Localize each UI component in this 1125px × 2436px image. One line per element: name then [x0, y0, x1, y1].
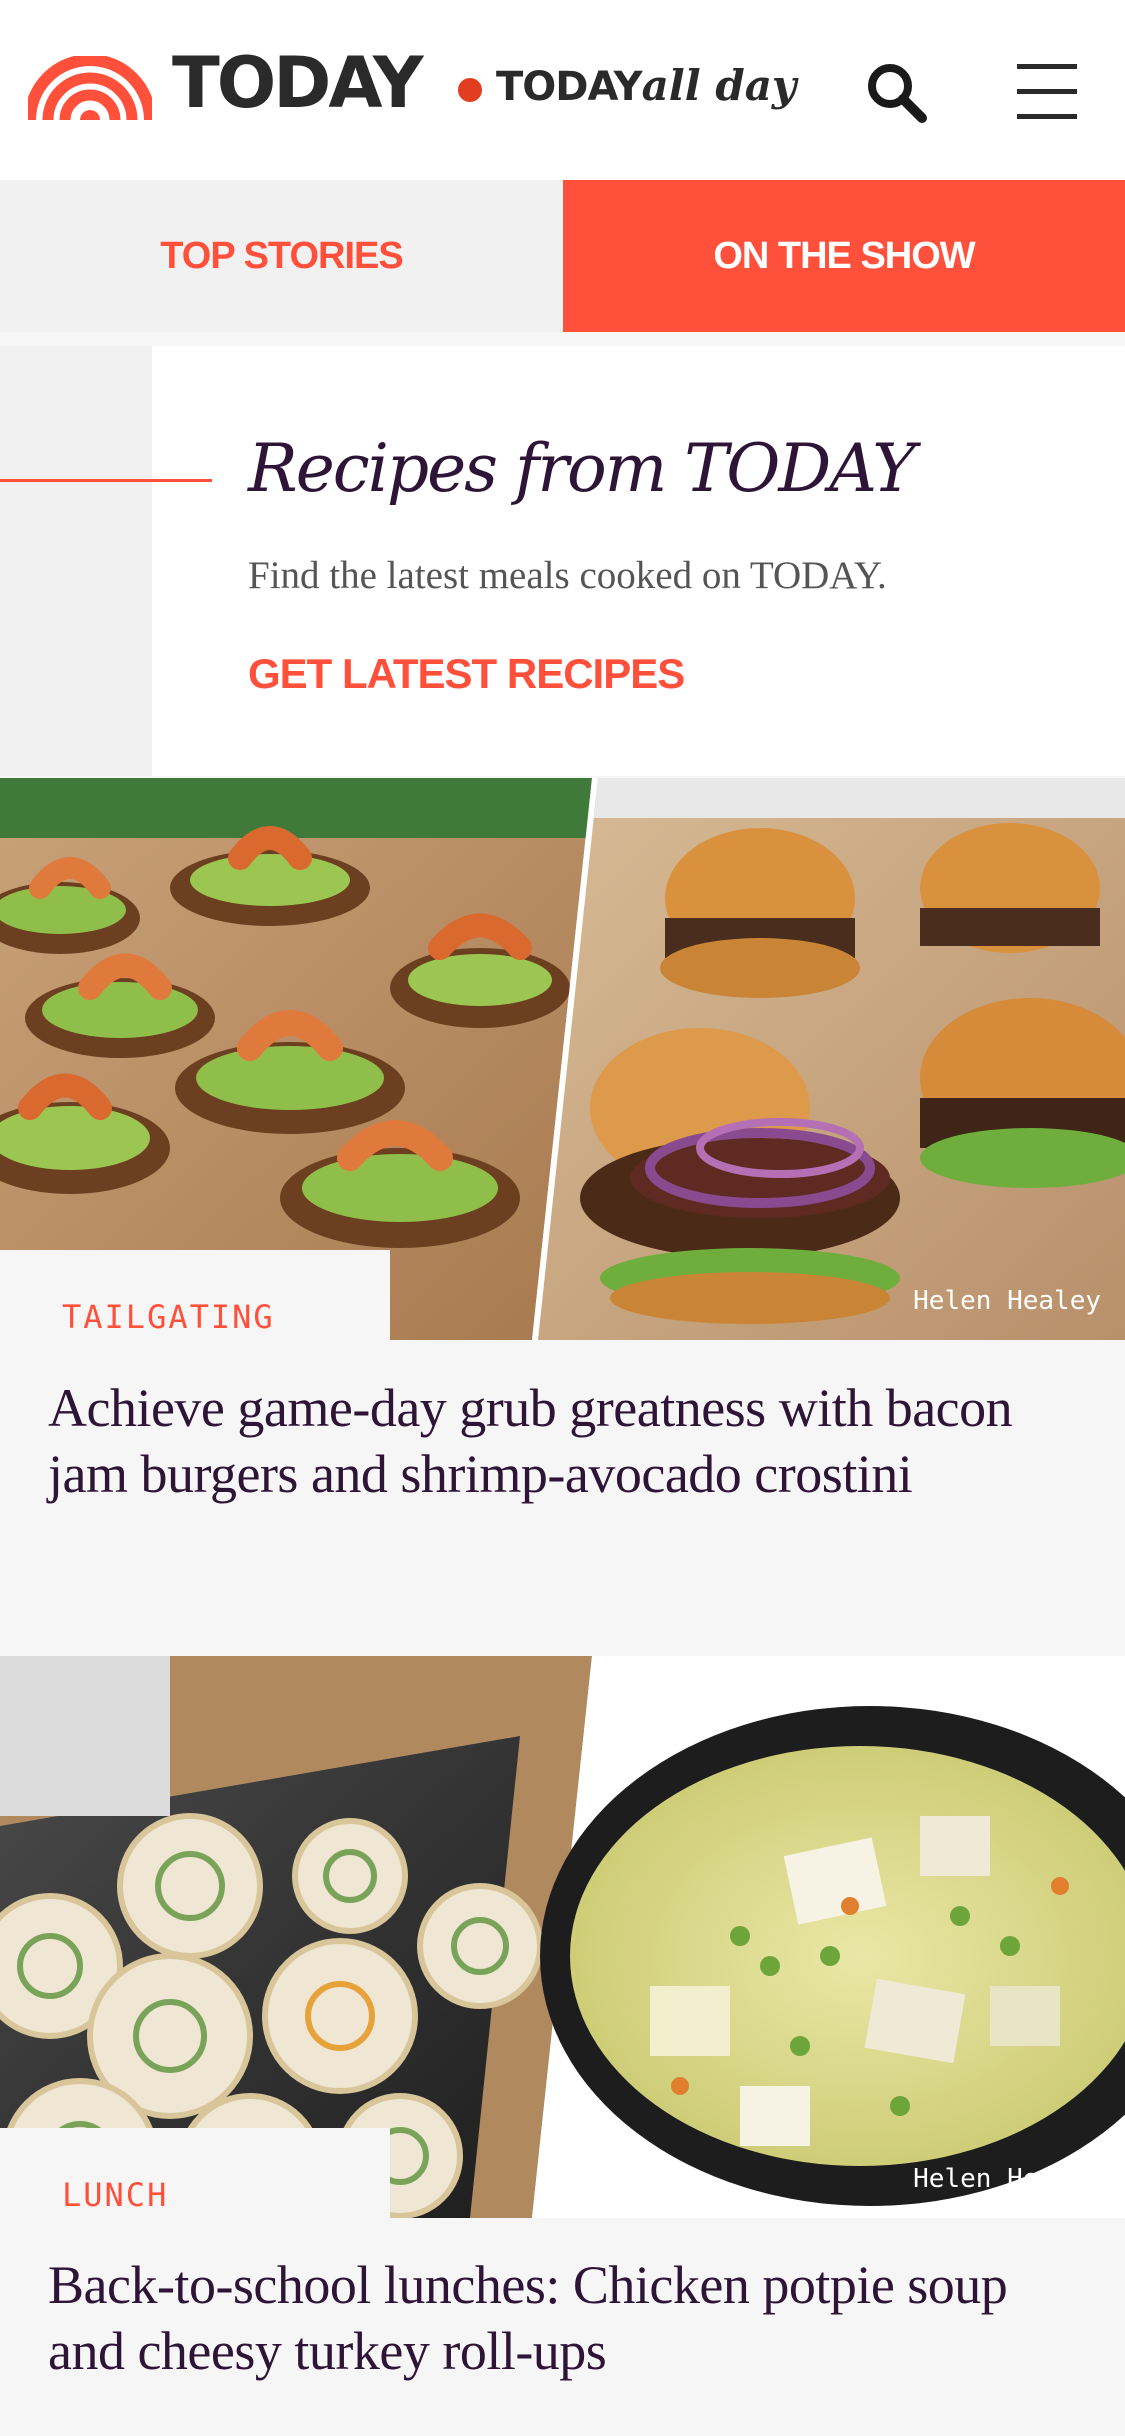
- tab-top-stories[interactable]: TOP STORIES: [0, 180, 563, 332]
- today-rainbow-logo-icon[interactable]: [28, 56, 152, 122]
- today-logo-text[interactable]: TODAY: [172, 48, 424, 118]
- site-header: TODAY TODAYall day: [0, 0, 1125, 180]
- logo-dot: [458, 78, 482, 102]
- promo-accent-line: [0, 479, 212, 482]
- today-all-day-link[interactable]: TODAYall day: [496, 61, 797, 111]
- photo-credit: Helen Healey: [913, 2164, 1101, 2194]
- tag-box: [0, 2128, 390, 2218]
- tab-on-the-show[interactable]: ON THE SHOW: [563, 180, 1125, 332]
- promo-subtitle: Find the latest meals cooked on TODAY.: [248, 554, 887, 597]
- section-tabs: TOP STORIES ON THE SHOW: [0, 180, 1125, 332]
- story-headline-lunch[interactable]: Back-to-school lunches: Chicken potpie s…: [48, 2252, 1088, 2384]
- story-tag-tailgating[interactable]: TAILGATING: [62, 1298, 275, 1336]
- allday-italic-text: all day: [641, 61, 797, 110]
- get-latest-recipes-link[interactable]: GET LATEST RECIPES: [248, 650, 685, 698]
- allday-today-text: TODAY: [496, 64, 643, 110]
- search-icon[interactable]: [862, 58, 932, 128]
- hamburger-menu-icon[interactable]: [1012, 58, 1082, 128]
- promo-title: Recipes from TODAY: [248, 430, 916, 507]
- story-headline-tailgating[interactable]: Achieve game-day grub greatness with bac…: [48, 1375, 1088, 1507]
- promo-side-panel: [0, 346, 152, 776]
- photo-credit: Helen Healey: [913, 1286, 1101, 1316]
- story-tag-lunch[interactable]: LUNCH: [62, 2176, 168, 2214]
